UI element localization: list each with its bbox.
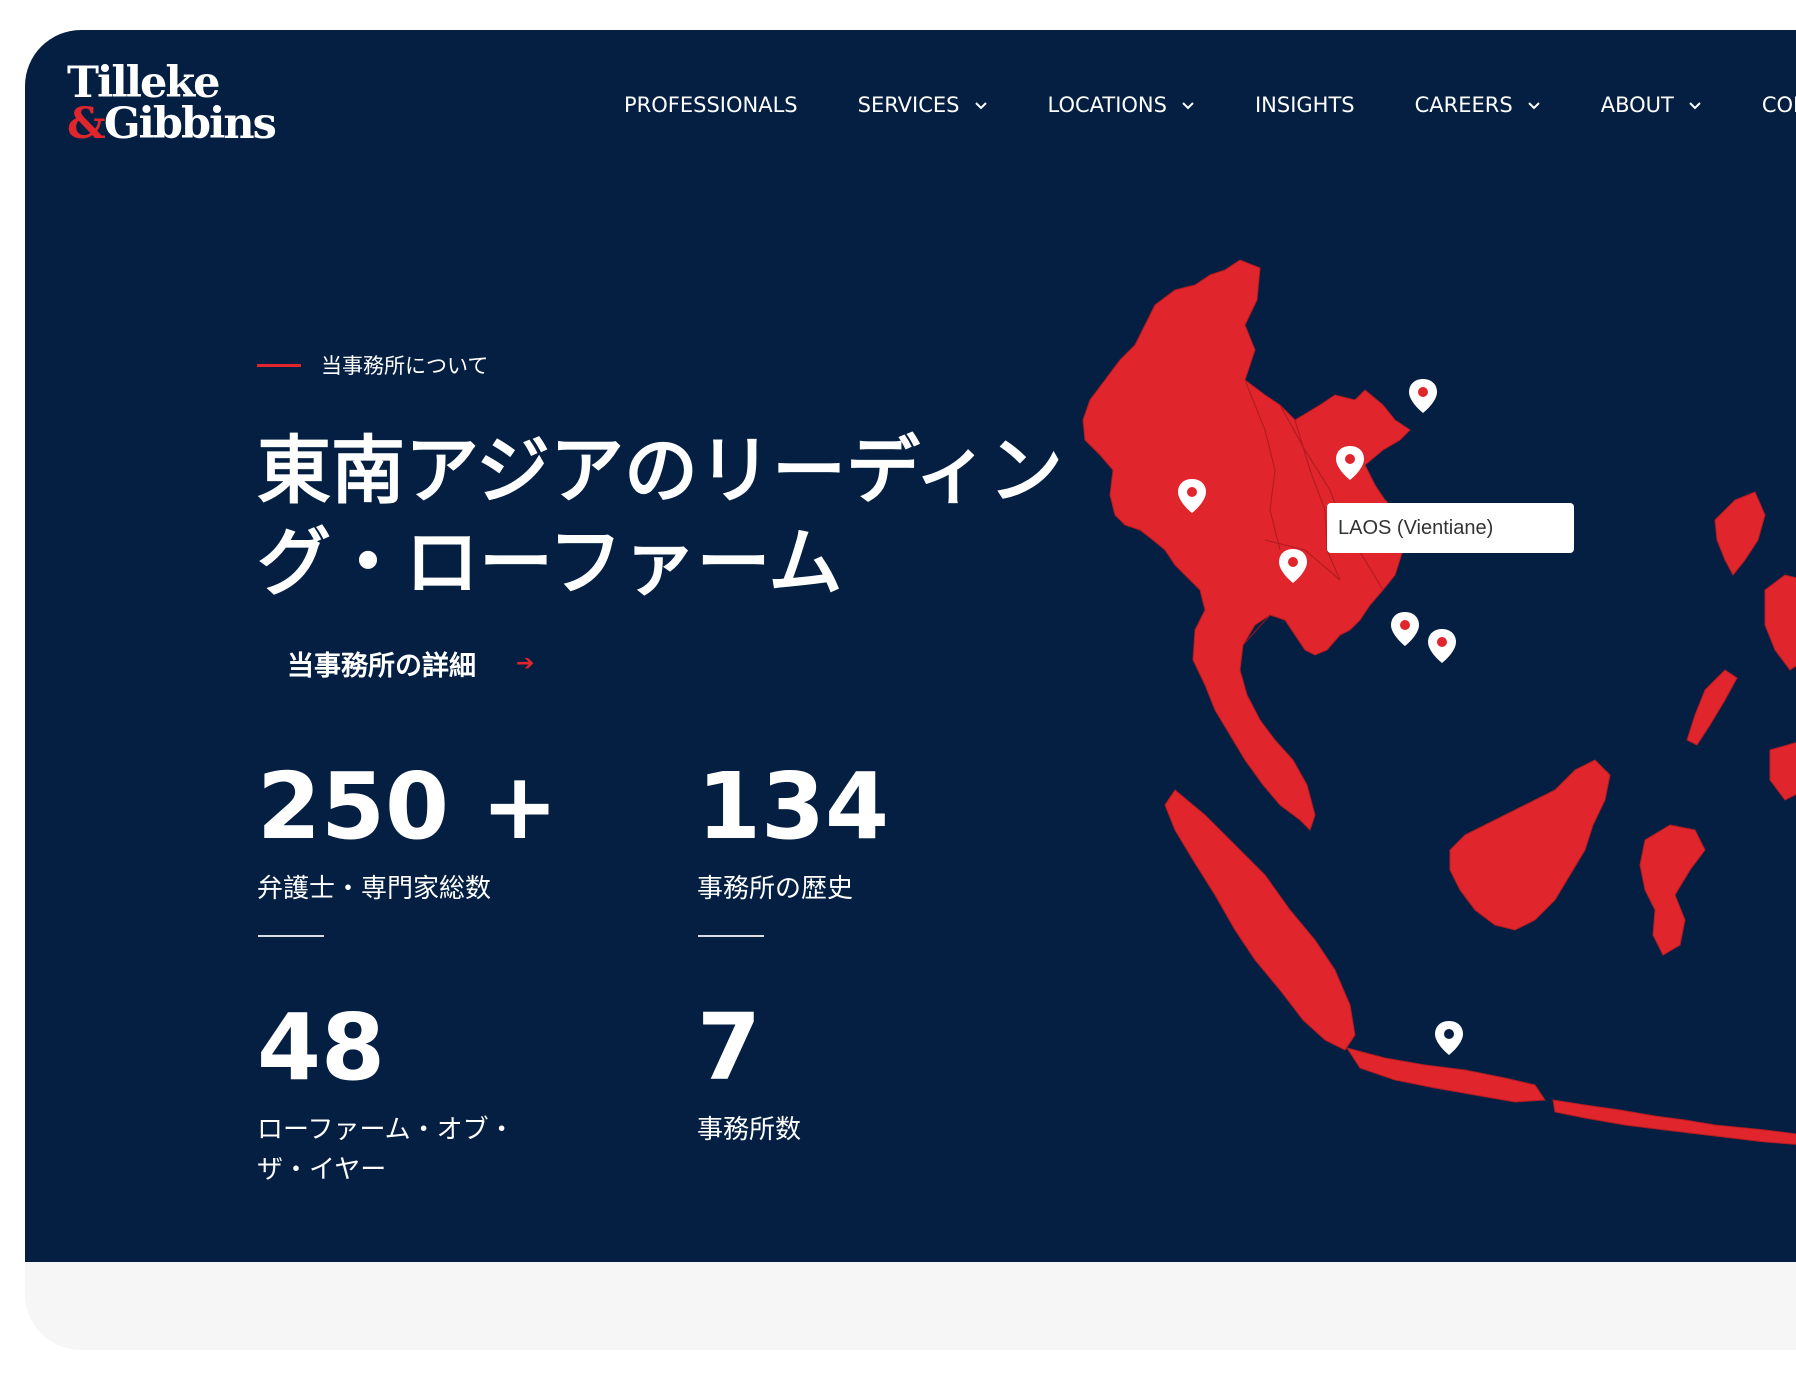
stat-divider (698, 935, 764, 937)
stat-label: 事務所数 (697, 1115, 802, 1145)
stat-divider (258, 935, 324, 937)
stat-label: 事務所の歴史 (697, 874, 854, 904)
nav-professionals[interactable]: PROFESSIONALS (624, 93, 798, 117)
hero-section: Tilleke &Gibbins PROFESSIONALS SERVICES … (25, 30, 1796, 1262)
lesser-sunda-islands (1552, 1099, 1796, 1145)
stat-value: 48 (257, 994, 386, 1101)
page-frame: Tilleke &Gibbins PROFESSIONALS SERVICES … (25, 30, 1796, 1350)
sulawesi-landmass (1639, 824, 1706, 956)
nav-contact[interactable]: CON (1762, 93, 1796, 117)
stat-awards: 48 ローファーム・オブ・ ザ・イヤー (257, 998, 515, 1190)
stat-label: 弁護士・専門家総数 (257, 874, 492, 904)
stat-offices: 7 事務所数 (697, 998, 801, 1150)
nav-insights[interactable]: INSIGHTS (1255, 93, 1355, 117)
nav-services[interactable]: SERVICES (858, 93, 988, 117)
brand-logo[interactable]: Tilleke &Gibbins (67, 62, 277, 149)
philippines-landmass (1714, 491, 1766, 576)
stat-label: ローファーム・オブ・ ザ・イヤー (257, 1115, 515, 1185)
arrow-right-icon: ➔ (516, 651, 535, 676)
map-pin-icon (1435, 1021, 1463, 1055)
palawan-landmass (1686, 669, 1738, 746)
chevron-down-icon (1182, 102, 1194, 110)
borneo-landmass (1449, 759, 1611, 931)
eyebrow-rule (257, 363, 301, 367)
about-details-link[interactable]: 当事務所の詳細 ➔ (287, 644, 534, 683)
new-guinea-west (1769, 742, 1796, 801)
eyebrow-text: 当事務所について (321, 354, 489, 378)
stat-value: 7 (697, 994, 762, 1101)
chevron-down-icon (1528, 102, 1540, 110)
about-details-label: 当事務所の詳細 (287, 651, 476, 682)
hero-title-line1: 東南アジアのリーディン (257, 428, 1063, 514)
java-landmass (1345, 1047, 1546, 1103)
main-nav: PROFESSIONALS SERVICES LOCATIONS INSIGHT… (624, 30, 1796, 180)
logo-line2: &Gibbins (67, 99, 277, 149)
chevron-down-icon (974, 102, 987, 110)
stat-value: 250 + (257, 753, 559, 860)
hero-title: 東南アジアのリーディン グ・ローファーム (257, 425, 1107, 609)
tooltip-text: LAOS (Vientiane) (1338, 516, 1494, 539)
philippines-south (1764, 574, 1796, 671)
map-location-tooltip: LAOS (Vientiane) (1327, 503, 1574, 553)
stat-value: 134 (697, 753, 890, 860)
nav-careers[interactable]: CAREERS (1415, 93, 1541, 117)
hero-title-line2: グ・ローファーム (257, 520, 843, 606)
section-eyebrow: 当事務所について (257, 350, 488, 380)
sumatra-landmass (1164, 789, 1356, 1051)
map-pin-icon (1409, 379, 1437, 413)
stat-history: 134 事務所の歴史 (697, 757, 889, 909)
map-pin-icon (1428, 629, 1456, 663)
stat-professionals: 250 + 弁護士・専門家総数 (257, 757, 558, 909)
chevron-down-icon (1689, 102, 1701, 110)
nav-about[interactable]: ABOUT (1601, 93, 1702, 117)
nav-locations[interactable]: LOCATIONS (1048, 93, 1195, 117)
map-pin-icon (1391, 612, 1419, 646)
southeast-asia-map (1082, 259, 1796, 1145)
